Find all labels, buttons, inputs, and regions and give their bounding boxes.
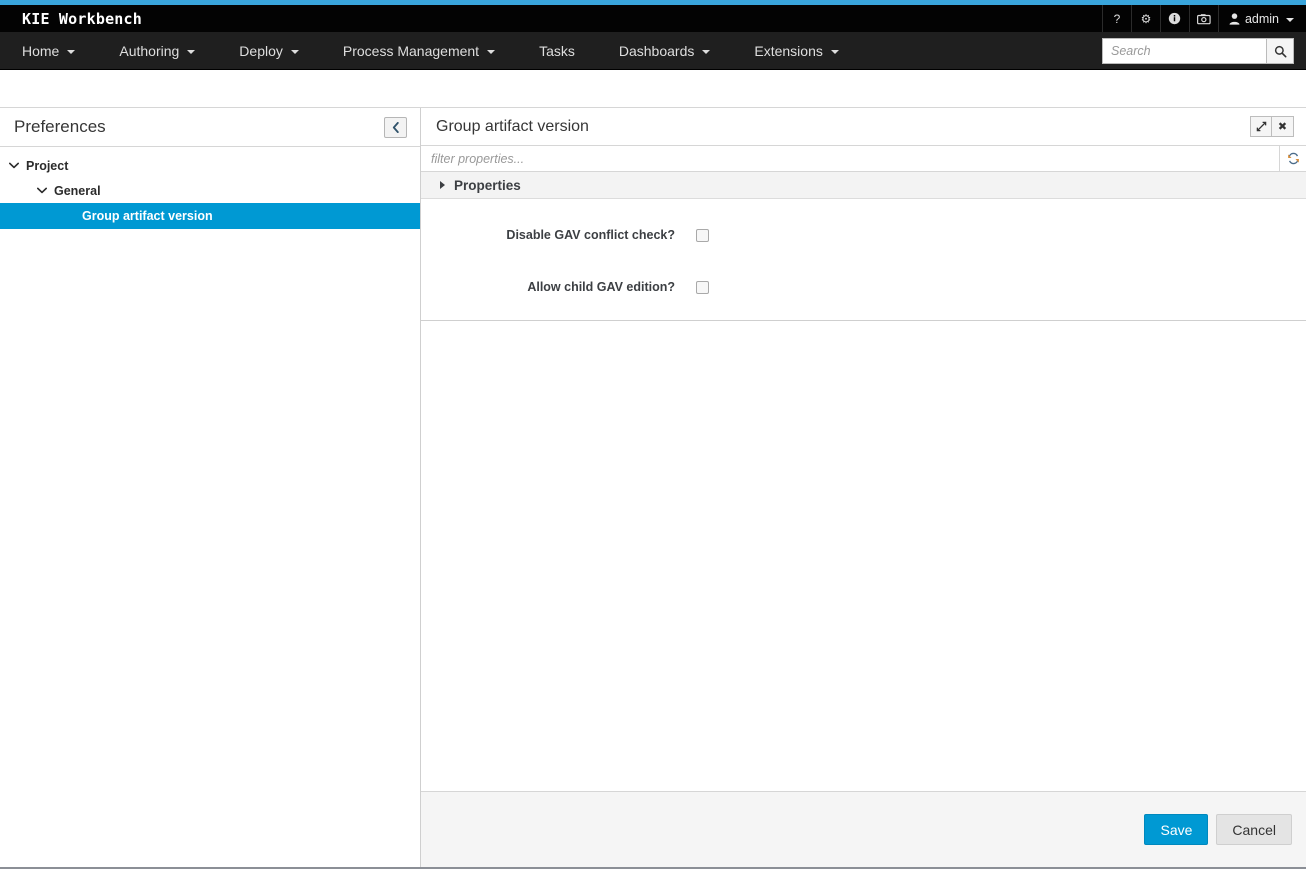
collapse-panel-button[interactable] [384, 117, 407, 138]
info-icon-svg [1168, 12, 1181, 25]
nav-item-tasks-label: Tasks [539, 43, 575, 59]
property-row: Disable GAV conflict check? [421, 218, 1306, 252]
user-menu[interactable]: admin [1218, 5, 1306, 32]
cancel-button[interactable]: Cancel [1216, 814, 1292, 845]
preferences-panel: Preferences Project [0, 108, 421, 867]
tree-item-group-artifact-version[interactable]: Group artifact version [0, 203, 420, 229]
chevron-right-icon [440, 181, 445, 189]
maximize-icon [1256, 121, 1267, 132]
nav-item-extensions[interactable]: Extensions [732, 32, 860, 69]
chevron-down-icon [187, 50, 195, 54]
chevron-down-icon [34, 187, 50, 194]
search-icon [1274, 45, 1287, 58]
editor-panel-header: Group artifact version ✖ [421, 108, 1306, 146]
user-menu-label: admin [1245, 12, 1279, 26]
camera-icon[interactable] [1189, 5, 1218, 32]
nav-item-dashboards-label: Dashboards [619, 43, 695, 59]
tree-item-project-label: Project [26, 159, 68, 173]
reset-icon [1287, 152, 1300, 165]
nav-item-authoring[interactable]: Authoring [97, 32, 217, 69]
masthead-actions: ? ⚙ admin [1102, 5, 1306, 32]
preferences-tree: Project General Group artifact version [0, 147, 420, 229]
chevron-down-icon [291, 50, 299, 54]
allow-child-gav-edition-checkbox[interactable] [696, 281, 709, 294]
property-row: Allow child GAV edition? [421, 270, 1306, 304]
tree-item-general[interactable]: General [0, 178, 420, 203]
nav-item-deploy-label: Deploy [239, 43, 283, 59]
nav-item-deploy[interactable]: Deploy [217, 32, 321, 69]
main-navbar: Home Authoring Deploy Process Management… [0, 32, 1306, 70]
nav-item-process-management[interactable]: Process Management [321, 32, 517, 69]
nav-item-home[interactable]: Home [0, 32, 97, 69]
tree-item-group-artifact-version-label: Group artifact version [82, 209, 213, 223]
page-body: Preferences Project [0, 70, 1306, 869]
camera-icon-svg [1197, 13, 1211, 25]
editor-panel-title: Group artifact version [436, 118, 589, 136]
global-search [1102, 38, 1294, 64]
help-icon-glyph: ? [1114, 12, 1121, 26]
editor-empty-space [421, 321, 1306, 791]
editor-footer: Save Cancel [421, 791, 1306, 867]
gear-icon-glyph: ⚙ [1141, 12, 1152, 26]
nav-item-extensions-label: Extensions [754, 43, 822, 59]
nav-item-dashboards[interactable]: Dashboards [597, 32, 733, 69]
chevron-down-icon-svg [37, 187, 47, 194]
chevron-down-icon [831, 50, 839, 54]
app-brand: KIE Workbench [0, 10, 142, 28]
reset-filter-button[interactable] [1280, 146, 1306, 171]
chevron-down-icon [67, 50, 75, 54]
properties-section-label: Properties [454, 178, 521, 193]
chevron-down-icon [1286, 18, 1294, 22]
disable-gav-conflict-check-checkbox[interactable] [696, 229, 709, 242]
chevron-down-icon-svg [9, 162, 19, 169]
nav-item-authoring-label: Authoring [119, 43, 179, 59]
properties-section-header[interactable]: Properties [421, 172, 1306, 199]
filter-bar [421, 146, 1306, 172]
nav-item-tasks[interactable]: Tasks [517, 32, 597, 69]
disable-gav-conflict-check-label: Disable GAV conflict check? [421, 228, 696, 242]
chevron-down-icon [6, 162, 22, 169]
editor-panel: Group artifact version ✖ [421, 108, 1306, 867]
info-icon[interactable] [1160, 5, 1189, 32]
save-button[interactable]: Save [1144, 814, 1208, 845]
chevron-down-icon [487, 50, 495, 54]
close-button[interactable]: ✖ [1272, 116, 1294, 137]
search-input[interactable] [1102, 38, 1266, 64]
editor-panel-controls: ✖ [1250, 116, 1294, 137]
tree-item-project[interactable]: Project [0, 153, 420, 178]
nav-item-home-label: Home [22, 43, 59, 59]
nav-item-process-management-label: Process Management [343, 43, 479, 59]
gear-icon[interactable]: ⚙ [1131, 5, 1160, 32]
chevron-left-icon [392, 122, 400, 133]
masthead: KIE Workbench ? ⚙ ad [0, 5, 1306, 32]
properties-list: Disable GAV conflict check? Allow child … [421, 199, 1306, 321]
chevron-down-icon [702, 50, 710, 54]
page-top-gap [0, 70, 1306, 107]
user-icon [1229, 13, 1240, 25]
maximize-button[interactable] [1250, 116, 1272, 137]
allow-child-gav-edition-label: Allow child GAV edition? [421, 280, 696, 294]
tree-item-general-label: General [54, 184, 101, 198]
content-area: Preferences Project [0, 107, 1306, 869]
search-button[interactable] [1266, 38, 1294, 64]
help-icon[interactable]: ? [1102, 5, 1131, 32]
close-icon: ✖ [1278, 120, 1287, 133]
filter-properties-input[interactable] [421, 146, 1280, 171]
preferences-header: Preferences [0, 108, 420, 147]
page-title: Preferences [14, 117, 106, 137]
